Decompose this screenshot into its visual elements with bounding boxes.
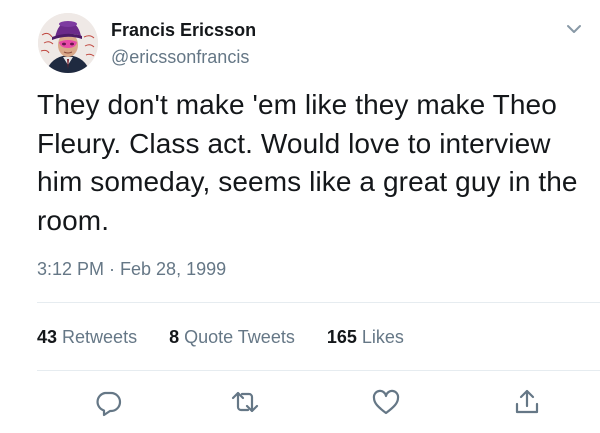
tweet-timestamp[interactable]: 3:12 PM · Feb 28, 1999 [37,259,226,280]
quote-tweets-count: 8 [169,327,180,347]
avatar[interactable] [38,13,98,73]
tweet-stats: 43 Retweets 8 Quote Tweets 165 Likes [37,327,436,348]
tweet-text: They don't make 'em like they make Theo … [37,89,578,236]
tweet-detail: Francis Ericsson @ericssonfrancis They d… [0,0,600,433]
retweet-button[interactable] [229,386,261,418]
likes-count: 165 [326,327,357,347]
heart-icon [372,389,400,415]
retweet-icon [231,391,259,413]
share-button[interactable] [511,386,543,418]
retweets-label: Retweets [62,327,138,347]
retweets-count: 43 [37,327,58,347]
divider [37,370,600,371]
share-icon [515,389,539,414]
display-name[interactable]: Francis Ericsson [111,20,256,41]
quote-tweets-label: Quote Tweets [184,327,295,347]
retweets-stat[interactable]: 43 Retweets [37,327,137,348]
chevron-down-icon[interactable] [563,18,585,40]
reply-button[interactable] [92,386,124,418]
user-handle[interactable]: @ericssonfrancis [111,47,249,68]
reply-icon [96,391,122,417]
quote-tweets-stat[interactable]: 8 Quote Tweets [169,327,295,348]
like-button[interactable] [370,386,402,418]
divider [37,302,600,303]
likes-label: Likes [361,327,404,347]
likes-stat[interactable]: 165 Likes [327,327,404,348]
avatar-image [38,13,98,73]
